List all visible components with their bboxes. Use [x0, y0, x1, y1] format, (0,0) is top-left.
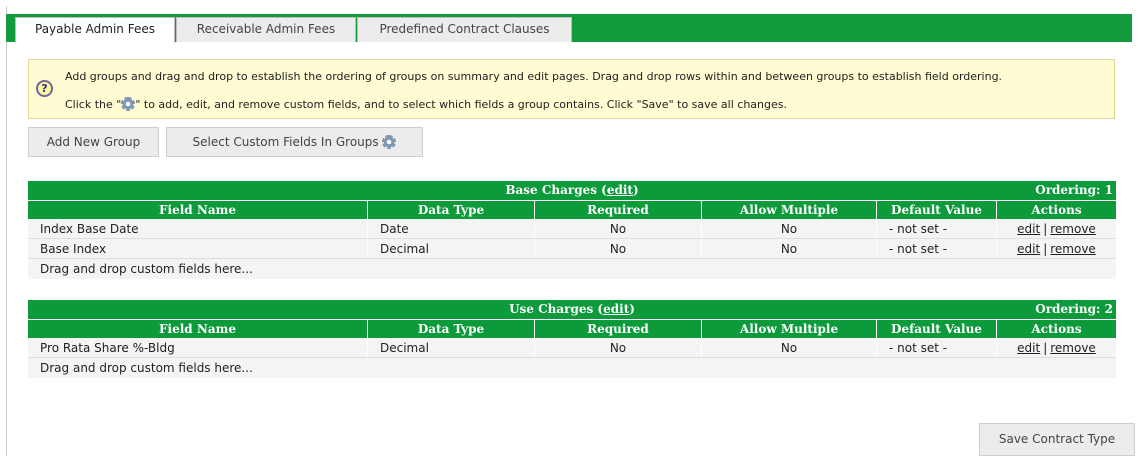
table-row[interactable]: Pro Rata Share %-Bldg Decimal No No - no… — [28, 338, 1116, 358]
column-header-row: Field Name Data Type Required Allow Mult… — [28, 200, 1116, 219]
cell-data-type: Decimal — [368, 338, 535, 357]
cell-required: No — [535, 338, 702, 357]
group-base-charges[interactable]: Base Charges (edit) Ordering: 1 Field Na… — [28, 181, 1116, 279]
select-custom-fields-label: Select Custom Fields In Groups — [192, 135, 379, 149]
info-text-suffix: " to add, edit, and remove custom fields… — [135, 98, 787, 111]
col-default-value: Default Value — [877, 320, 997, 338]
cell-field-name: Index Base Date — [28, 219, 368, 238]
edit-link[interactable]: edit — [1017, 341, 1040, 355]
col-actions: Actions — [997, 320, 1116, 338]
cell-actions: edit | remove — [997, 219, 1116, 238]
col-field-name: Field Name — [28, 201, 368, 219]
cell-actions: edit | remove — [997, 338, 1116, 357]
cell-allow-multiple: No — [702, 338, 877, 357]
drop-zone[interactable]: Drag and drop custom fields here... — [28, 358, 1116, 378]
edit-link[interactable]: edit — [1017, 222, 1040, 236]
select-custom-fields-button[interactable]: Select Custom Fields In Groups — [166, 127, 423, 157]
col-allow-multiple: Allow Multiple — [702, 320, 877, 338]
col-field-name: Field Name — [28, 320, 368, 338]
group-use-charges[interactable]: Use Charges (edit) Ordering: 2 Field Nam… — [28, 300, 1116, 378]
cell-default-value: - not set - — [877, 239, 997, 258]
cell-allow-multiple: No — [702, 219, 877, 238]
tab-bar: Payable Admin Fees Receivable Admin Fees… — [6, 14, 1132, 43]
group-title-text: Use Charges — [509, 302, 594, 316]
tab-receivable-admin-fees[interactable]: Receivable Admin Fees — [176, 17, 356, 42]
group-header: Use Charges (edit) Ordering: 2 — [28, 300, 1116, 319]
info-box: ? Add groups and drag and drop to establ… — [28, 59, 1115, 119]
group-title: Use Charges (edit) — [509, 302, 635, 316]
action-separator: | — [1043, 341, 1048, 355]
edit-link[interactable]: edit — [1017, 242, 1040, 256]
action-separator: | — [1043, 222, 1048, 236]
group-ordering: Ordering: 2 — [1035, 302, 1113, 316]
drop-zone[interactable]: Drag and drop custom fields here... — [28, 259, 1116, 279]
cell-default-value: - not set - — [877, 338, 997, 357]
cell-data-type: Date — [368, 219, 535, 238]
info-text-prefix: Click the " — [65, 98, 122, 111]
group-edit-link[interactable]: edit — [607, 183, 633, 197]
question-help-icon: ? — [36, 80, 53, 97]
group-edit-link[interactable]: edit — [603, 302, 629, 316]
group-title: Base Charges (edit) — [505, 183, 639, 197]
col-default-value: Default Value — [877, 201, 997, 219]
col-data-type: Data Type — [368, 320, 535, 338]
col-data-type: Data Type — [368, 201, 535, 219]
col-required: Required — [535, 201, 702, 219]
action-separator: | — [1043, 242, 1048, 256]
cell-field-name: Base Index — [28, 239, 368, 258]
col-required: Required — [535, 320, 702, 338]
gear-icon — [121, 97, 136, 111]
remove-link[interactable]: remove — [1050, 341, 1096, 355]
cell-required: No — [535, 239, 702, 258]
gear-icon — [382, 135, 397, 149]
info-text-line1: Add groups and drag and drop to establis… — [65, 70, 1003, 83]
tab-predefined-contract-clauses[interactable]: Predefined Contract Clauses — [357, 17, 572, 42]
group-title-text: Base Charges — [505, 183, 597, 197]
group-ordering: Ordering: 1 — [1035, 183, 1113, 197]
cell-default-value: - not set - — [877, 219, 997, 238]
remove-link[interactable]: remove — [1050, 242, 1096, 256]
column-header-row: Field Name Data Type Required Allow Mult… — [28, 319, 1116, 338]
col-allow-multiple: Allow Multiple — [702, 201, 877, 219]
save-contract-type-button[interactable]: Save Contract Type — [979, 423, 1135, 456]
group-header: Base Charges (edit) Ordering: 1 — [28, 181, 1116, 200]
remove-link[interactable]: remove — [1050, 222, 1096, 236]
cell-actions: edit | remove — [997, 239, 1116, 258]
add-new-group-button[interactable]: Add New Group — [28, 127, 159, 157]
tab-payable-admin-fees[interactable]: Payable Admin Fees — [15, 17, 175, 43]
col-actions: Actions — [997, 201, 1116, 219]
cell-allow-multiple: No — [702, 239, 877, 258]
cell-data-type: Decimal — [368, 239, 535, 258]
table-row[interactable]: Base Index Decimal No No - not set - edi… — [28, 239, 1116, 259]
info-text-line2: Click the " " to add, edit, and remove cu… — [65, 97, 787, 111]
cell-required: No — [535, 219, 702, 238]
cell-field-name: Pro Rata Share %-Bldg — [28, 338, 368, 357]
table-row[interactable]: Index Base Date Date No No - not set - e… — [28, 219, 1116, 239]
